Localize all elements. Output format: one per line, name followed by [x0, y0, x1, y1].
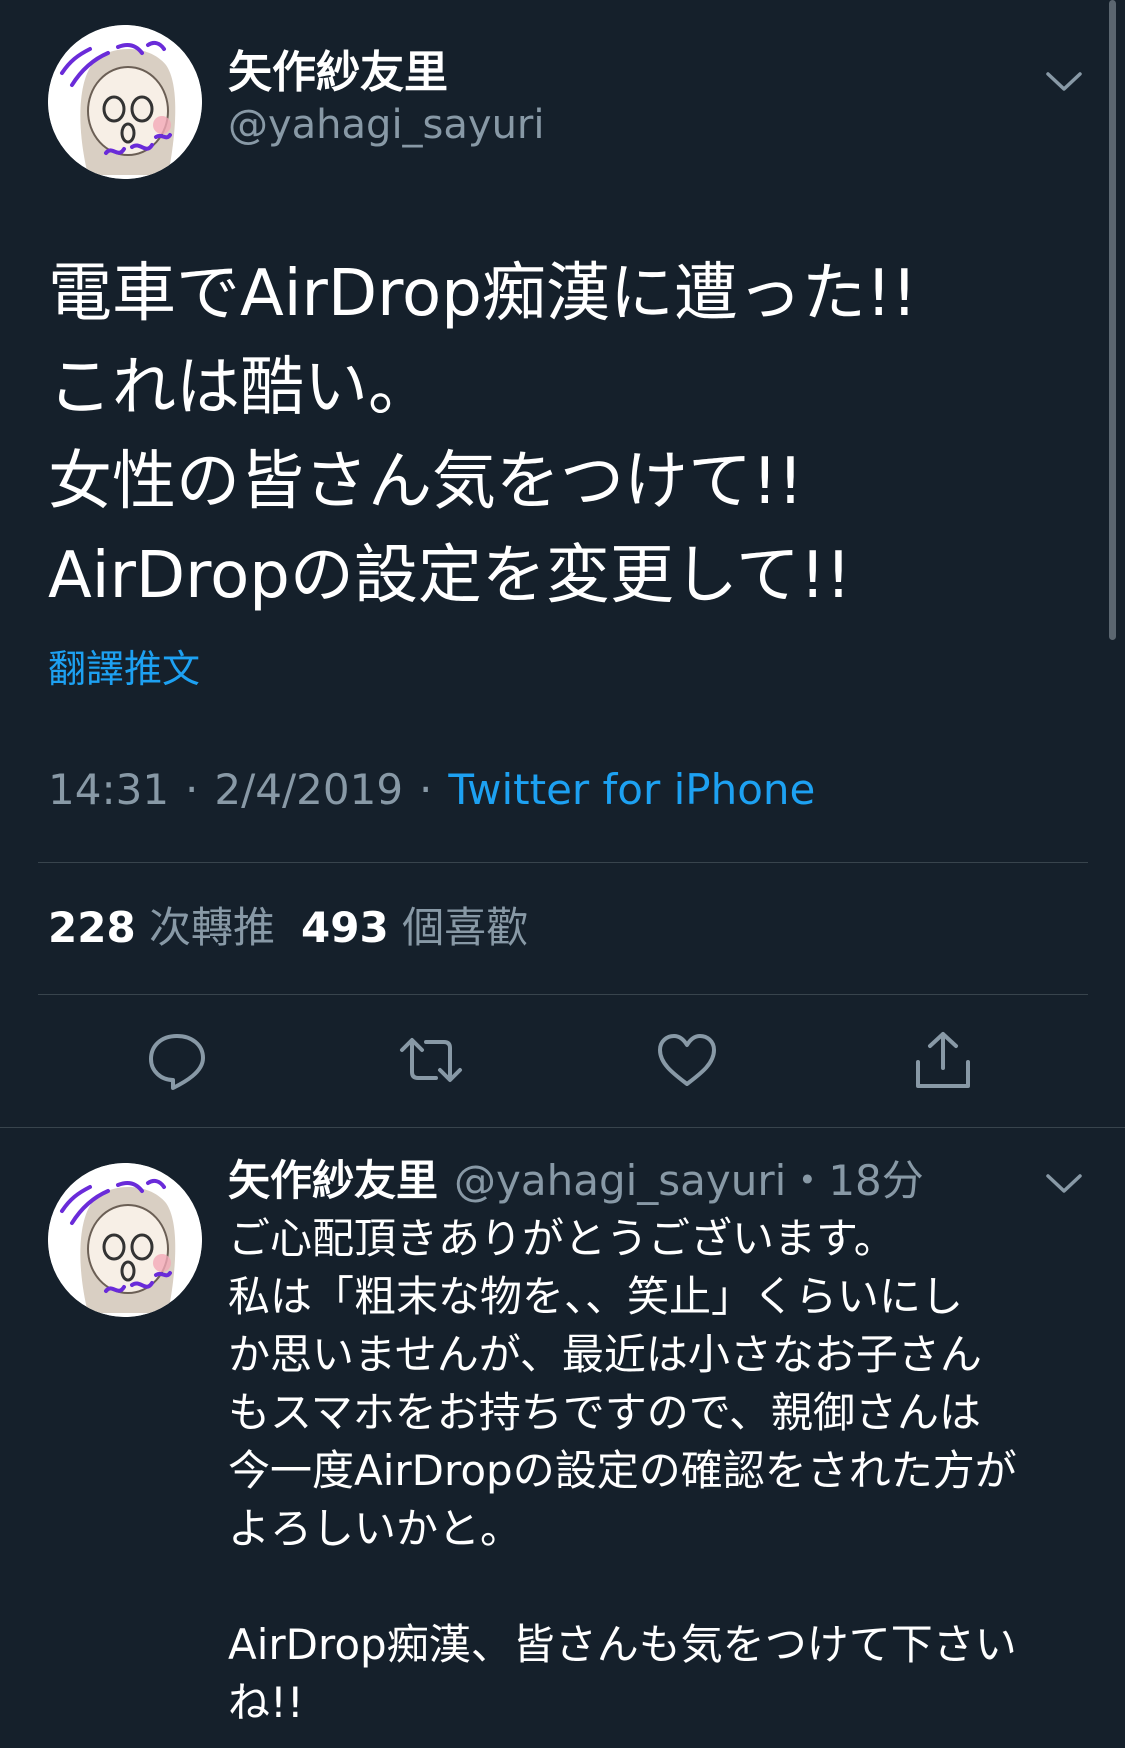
retweet-button[interactable] — [396, 1030, 466, 1090]
reply-text-line: か思いませんが、最近は小さなお子さん — [228, 1330, 982, 1379]
reply-text-line: 私は「粗末な物を、、笑止」くらいにし — [228, 1272, 964, 1321]
meta-separator: · — [185, 765, 199, 814]
reply-text-line: AirDrop痴漢、皆さんも気をつけて下さい — [228, 1620, 1017, 1669]
tweet-text-line: 女性の皆さん気をつけて!! — [48, 445, 804, 519]
tweet-text-line: これは酷い。 — [48, 351, 432, 425]
likes-stat[interactable]: 493 個喜歡 — [301, 903, 528, 952]
tweet-stats: 228 次轉推 493 個喜歡 — [48, 900, 528, 956]
retweet-count: 228 — [48, 903, 136, 952]
retweet-icon — [400, 1038, 462, 1082]
like-icon — [658, 1034, 716, 1086]
divider — [38, 994, 1088, 995]
tweet-text-line: AirDropの設定を変更して!! — [48, 539, 852, 613]
tweet-time: 14:31 — [48, 765, 170, 814]
reply-text-line: ね!! — [228, 1678, 304, 1727]
retweet-label: 次轉推 — [149, 903, 276, 952]
tweet-meta: 14:31 · 2/4/2019 · Twitter for iPhone — [48, 762, 815, 818]
retweets-stat[interactable]: 228 次轉推 — [48, 903, 275, 952]
section-divider — [0, 1127, 1125, 1128]
avatar[interactable] — [48, 25, 202, 179]
reply-icon — [149, 1034, 205, 1090]
reply-author-handle[interactable]: @yahagi_sayuri — [438, 1156, 786, 1205]
avatar-drawing-icon — [48, 1163, 202, 1317]
reply-button[interactable] — [142, 1030, 212, 1090]
reply-text-line — [228, 1558, 1108, 1616]
reply-text-line: よろしいかと。 — [228, 1504, 523, 1553]
avatar-drawing-icon — [48, 25, 202, 179]
reply-avatar[interactable] — [48, 1163, 202, 1317]
tweet-date: 2/4/2019 — [214, 765, 404, 814]
reply-header: 矢作紗友里 @yahagi_sayuri・18分 — [228, 1152, 924, 1210]
reply-text: ご心配頂きありがとうございます。 私は「粗末な物を、、笑止」くらいにし か思いま… — [228, 1210, 1108, 1732]
chevron-down-icon[interactable] — [1044, 1172, 1084, 1196]
tweet-text-line: 電車でAirDrop痴漢に遭った!! — [48, 257, 918, 331]
scrollbar[interactable] — [1109, 0, 1116, 640]
author-name[interactable]: 矢作紗友里 — [228, 44, 448, 102]
reply-time: ・18分 — [786, 1156, 924, 1205]
tweet-source-link[interactable]: Twitter for iPhone — [448, 765, 815, 814]
reply-text-line: ご心配頂きありがとうございます。 — [228, 1214, 896, 1263]
divider — [38, 862, 1088, 863]
author-handle[interactable]: @yahagi_sayuri — [228, 98, 544, 152]
translate-tweet-link[interactable]: 翻譯推文 — [48, 642, 200, 696]
like-label: 個喜歡 — [402, 903, 529, 952]
like-button[interactable] — [652, 1030, 722, 1090]
meta-separator: · — [419, 765, 433, 814]
like-count: 493 — [301, 903, 389, 952]
reply-author-name[interactable]: 矢作紗友里 — [228, 1156, 438, 1205]
tweet-text: 電車でAirDrop痴漢に遭った!! これは酷い。 女性の皆さん気をつけて!! … — [48, 247, 1088, 623]
reply-text-line: 今一度AirDropの設定の確認をされた方が — [228, 1446, 1017, 1495]
reply-text-line: もスマホをお持ちですので、親御さんは — [228, 1388, 982, 1437]
share-icon — [916, 1032, 970, 1088]
share-button[interactable] — [908, 1030, 978, 1090]
chevron-down-icon[interactable] — [1044, 70, 1084, 94]
